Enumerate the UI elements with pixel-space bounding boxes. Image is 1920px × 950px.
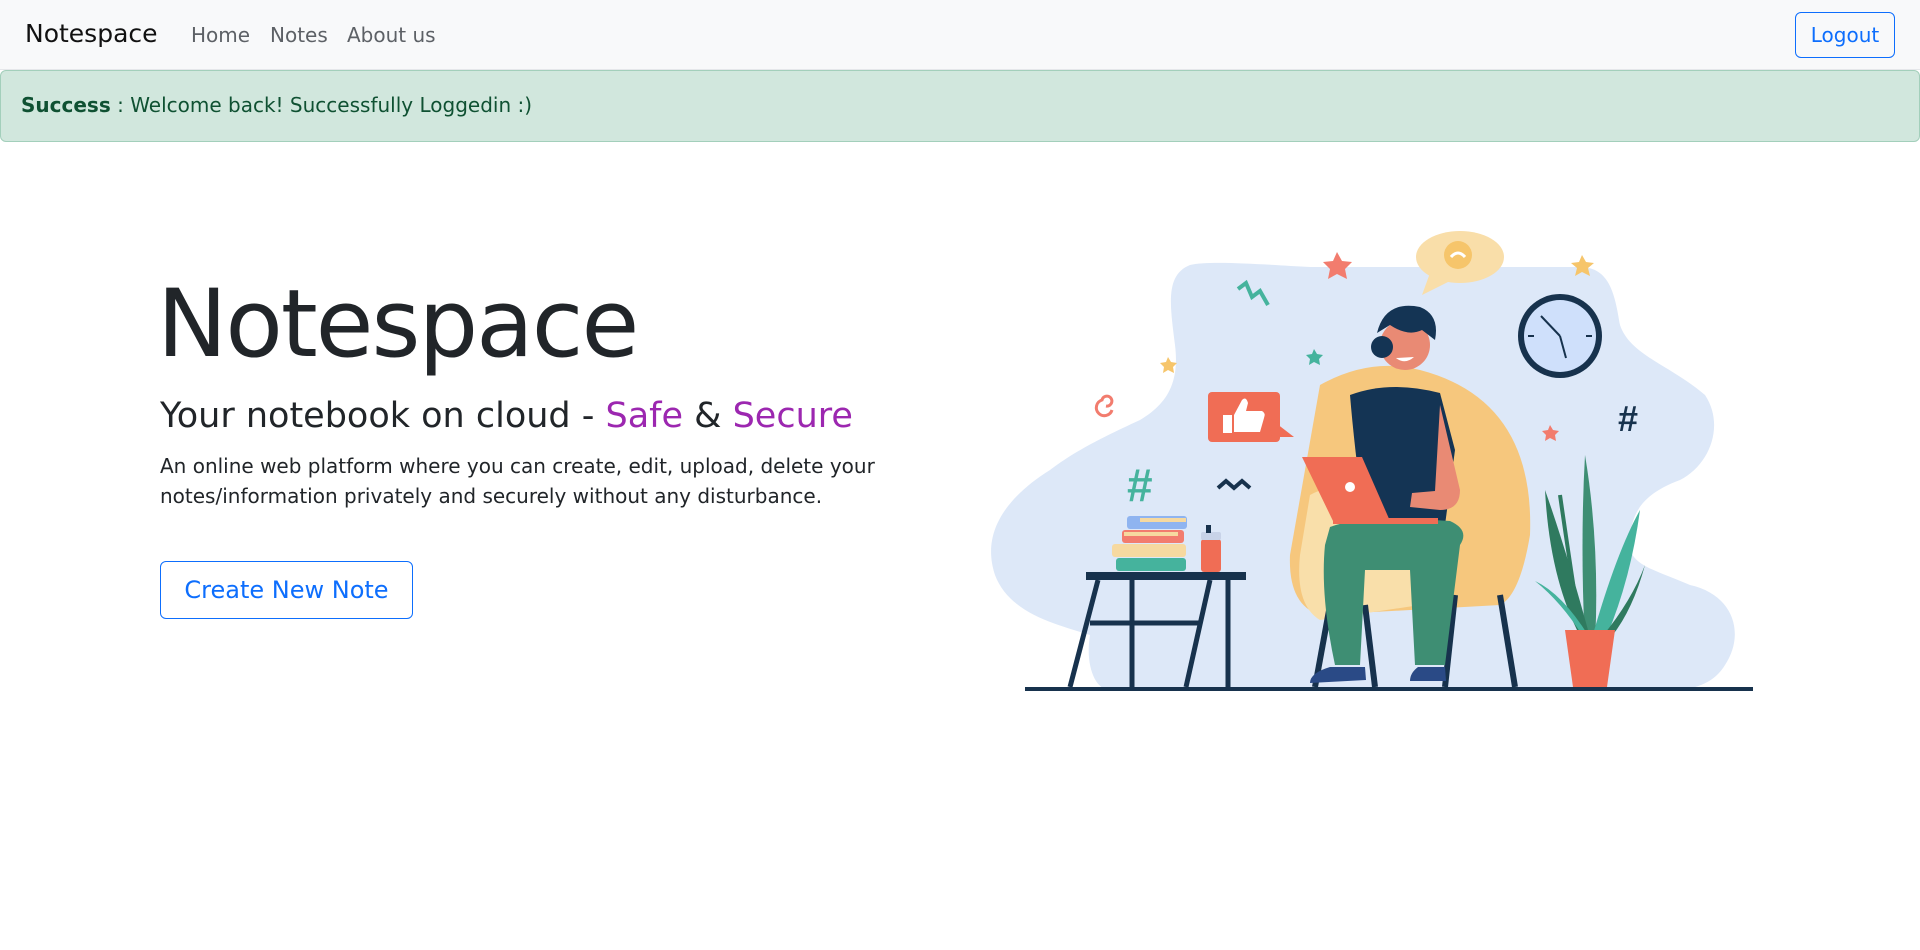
create-new-note-button[interactable]: Create New Note [160,561,413,619]
alert-separator: : [110,93,131,117]
floor-line [1025,687,1753,691]
hero-subtitle-secure: Secure [732,396,853,436]
hero-subtitle-prefix: Your notebook on cloud - [160,396,606,436]
hero-subtitle-amp: & [683,396,733,436]
cup-icon [1201,525,1221,572]
hero-description: An online web platform where you can cre… [160,454,875,508]
alert-type-label: Success [21,93,111,117]
hashtag-icon: # [1127,459,1153,511]
hero-subtitle-safe: Safe [605,396,684,436]
person-working-on-laptop-illustration: # # [991,231,1753,691]
hero-subtitle: Your notebook on cloud - Safe & Secure [160,396,853,436]
navbar: Notespace Home Notes About us Logout [0,0,1920,70]
swirl-icon [1094,394,1114,418]
clock-icon [1518,294,1602,378]
nav-link-about-us[interactable]: About us [347,23,436,47]
hero-title: Notespace [157,270,639,379]
nav-link-notes[interactable]: Notes [270,23,328,47]
star-icon [1160,357,1177,373]
nav-link-home[interactable]: Home [191,23,250,47]
logout-button[interactable]: Logout [1795,12,1895,58]
alert-message: Welcome back! Successfully Loggedin :) [130,93,533,117]
success-alert: Success : Welcome back! Successfully Log… [0,70,1920,142]
navbar-brand[interactable]: Notespace [25,19,158,48]
hashtag-icon: # [1618,398,1638,439]
